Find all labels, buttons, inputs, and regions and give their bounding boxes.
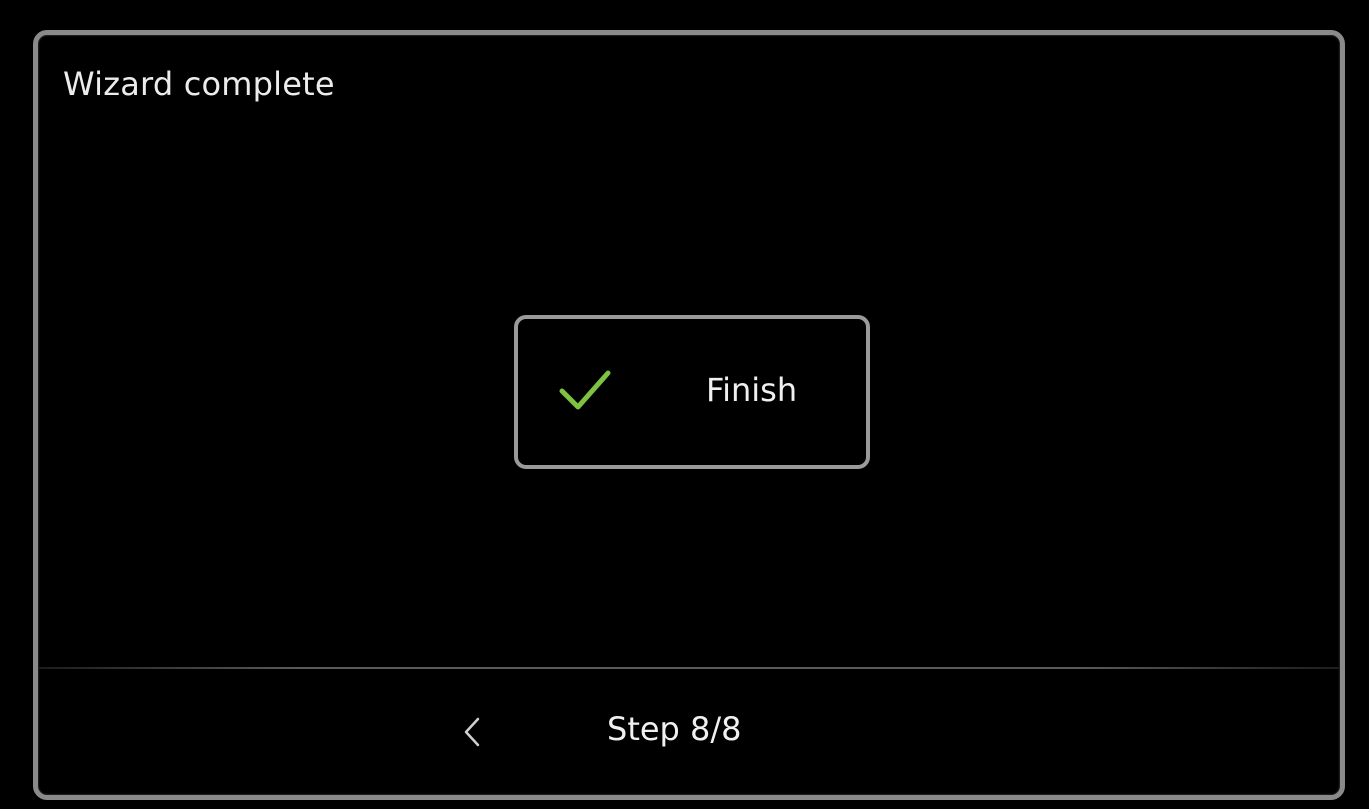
page-title: Wizard complete <box>63 65 335 103</box>
back-button[interactable] <box>450 705 494 759</box>
wizard-panel: Wizard complete Finish Step 8/8 <box>33 30 1345 800</box>
check-icon <box>559 370 611 410</box>
finish-button-label: Finish <box>706 371 798 409</box>
chevron-left-icon <box>464 717 480 747</box>
wizard-footer: Step 8/8 <box>38 669 1340 795</box>
step-indicator: Step 8/8 <box>607 710 742 748</box>
screen: Wizard complete Finish Step 8/8 <box>0 0 1369 809</box>
finish-button[interactable]: Finish <box>514 315 870 469</box>
